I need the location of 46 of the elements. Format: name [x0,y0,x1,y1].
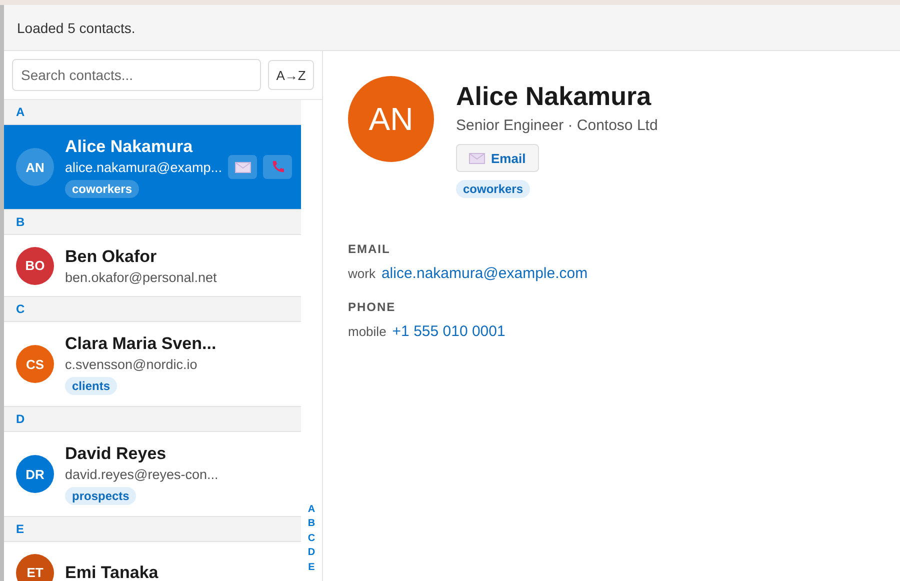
tag: coworkers [456,180,530,198]
sort-button[interactable]: A→Z [268,60,314,90]
entry-type: mobile [348,324,386,339]
avatar: DR [16,455,54,493]
contact-email: david.reyes@reyes-con... [65,466,220,482]
index-letter[interactable]: B [308,517,316,532]
entry-type: work [348,266,376,281]
envelope-icon [234,162,251,172]
email-button[interactable] [228,155,258,179]
contact-row[interactable]: AN Alice Nakamura alice.nakamura@examp... coworkers [4,125,301,210]
section-letter: E [16,522,24,536]
status-text: Loaded 5 contacts. [17,20,136,36]
contact-link[interactable]: alice.nakamura@example.com [381,265,588,282]
contact-name: David Reyes [65,444,168,464]
contact-email: ben.okafor@personal.net [65,270,218,284]
section-letter: A [16,105,25,119]
envelope-icon [469,152,485,164]
section-label: PHONE [348,300,397,314]
contact-name: Clara Maria Sven... [65,334,218,354]
contact-link[interactable]: +1 555 010 0001 [392,323,506,340]
contact-name: Emi Tanaka [65,562,160,581]
index-letter[interactable]: A [308,502,316,517]
avatar: AN [16,148,54,186]
tag: prospects [65,486,136,504]
avatar: BO [16,246,54,284]
index-letter[interactable]: D [308,546,316,560]
section-label: EMAIL [348,242,392,256]
contact-name: Alice Nakamura [65,136,194,156]
index-letter[interactable]: C [308,532,316,546]
avatar: ET [16,554,54,581]
search-field[interactable]: Search contacts... [12,59,261,91]
email-button[interactable]: Email [456,144,539,172]
job-title: Senior Engineer · Contoso Ltd [456,117,658,134]
section-letter: C [16,302,25,316]
contact-email: c.svensson@nordic.io [65,356,198,372]
contact-email: alice.nakamura@examp... [65,160,222,174]
tag: clients [65,376,118,394]
contact-name: Ben Okafor [65,246,158,266]
contact-name: Alice Nakamura [456,81,652,112]
section-letter: D [16,412,25,426]
avatar: CS [16,345,54,383]
avatar: AN [348,76,434,162]
index-letter[interactable]: E [308,560,315,575]
phone-icon [270,160,285,174]
tag: coworkers [65,180,140,198]
section-letter: B [16,215,25,229]
